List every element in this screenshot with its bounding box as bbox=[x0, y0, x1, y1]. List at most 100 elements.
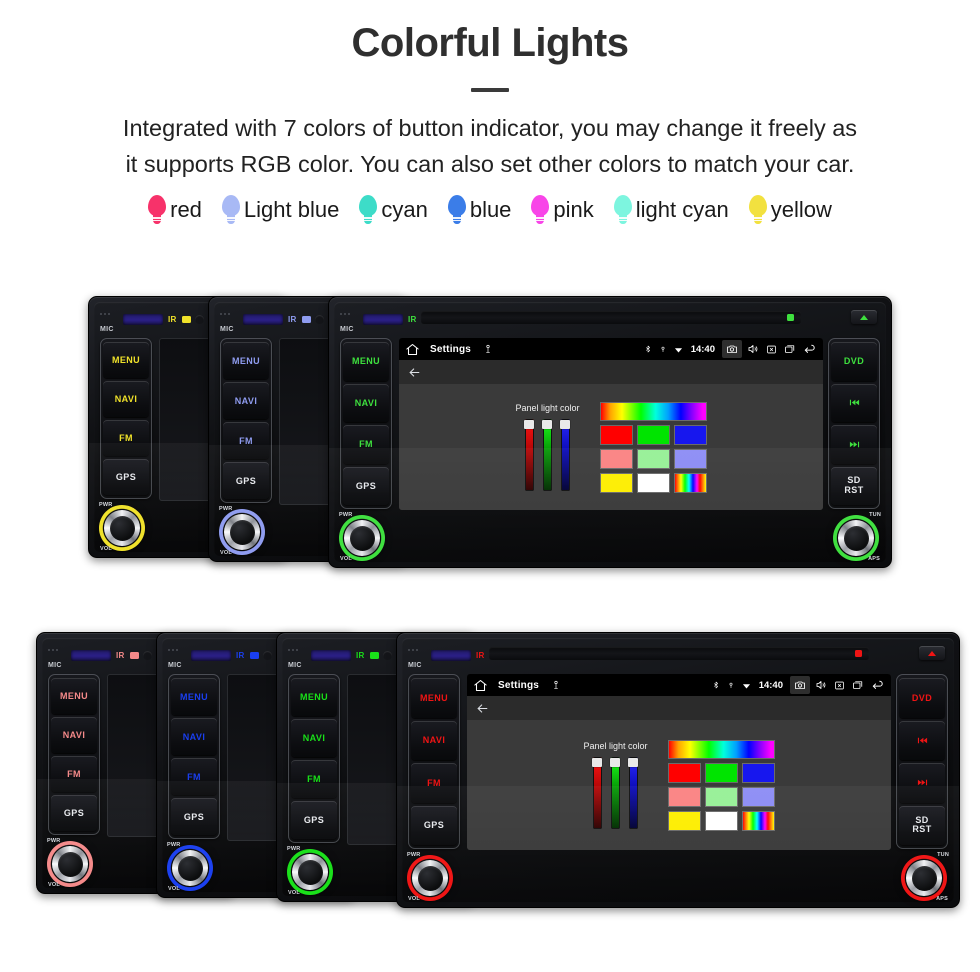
hard-key-menu[interactable]: MENU bbox=[291, 678, 337, 716]
hard-key-navi[interactable]: NAVI bbox=[103, 381, 149, 417]
hard-key-menu[interactable]: MENU bbox=[171, 678, 217, 715]
green-slider[interactable] bbox=[542, 419, 553, 491]
hard-key-menu[interactable]: MENU bbox=[343, 342, 389, 381]
hard-key-navi[interactable]: NAVI bbox=[223, 382, 269, 419]
red-slider[interactable] bbox=[592, 757, 603, 829]
hard-key-gps[interactable]: GPS bbox=[411, 805, 457, 845]
hard-key-navi[interactable]: NAVI bbox=[51, 717, 97, 753]
hard-key-prev-track[interactable] bbox=[899, 720, 945, 760]
green-slider[interactable] bbox=[610, 757, 621, 829]
hard-key-gps[interactable]: GPS bbox=[171, 798, 217, 835]
home-icon[interactable] bbox=[473, 678, 488, 693]
red-slider-handle[interactable] bbox=[524, 420, 535, 429]
swatch-periwinkle[interactable] bbox=[673, 448, 707, 469]
hard-key-dvd[interactable]: DVD bbox=[831, 342, 877, 381]
hard-key-menu[interactable]: MENU bbox=[103, 342, 149, 378]
hard-key-gps[interactable]: GPS bbox=[223, 462, 269, 499]
swatch-salmon[interactable] bbox=[667, 786, 701, 807]
swatch-red[interactable] bbox=[599, 424, 633, 445]
swatch-blue[interactable] bbox=[673, 424, 707, 445]
mic-icon[interactable] bbox=[483, 344, 493, 354]
swatch-blue[interactable] bbox=[741, 762, 775, 783]
hard-key-gps[interactable]: GPS bbox=[51, 795, 97, 831]
recents-icon[interactable] bbox=[852, 679, 864, 691]
green-slider-handle[interactable] bbox=[610, 758, 621, 767]
hue-gradient[interactable] bbox=[599, 401, 707, 421]
volume-knob[interactable] bbox=[99, 505, 145, 551]
hard-key-menu[interactable]: MENU bbox=[223, 342, 269, 379]
eject-button[interactable] bbox=[851, 310, 877, 324]
swatch-salmon[interactable] bbox=[599, 448, 633, 469]
camera-icon[interactable] bbox=[722, 340, 742, 358]
tune-knob[interactable] bbox=[901, 855, 947, 901]
swatch-rainbow[interactable] bbox=[741, 810, 775, 831]
green-slider-handle[interactable] bbox=[542, 420, 553, 429]
hard-key-fm[interactable]: FM bbox=[291, 760, 337, 798]
hard-key-navi[interactable]: NAVI bbox=[411, 720, 457, 760]
reset-pinhole[interactable] bbox=[382, 650, 392, 660]
hard-key-fm[interactable]: FM bbox=[171, 758, 217, 795]
volume-icon[interactable] bbox=[815, 679, 827, 691]
hard-key-navi[interactable]: NAVI bbox=[343, 383, 389, 422]
hard-key-navi[interactable]: NAVI bbox=[171, 718, 217, 755]
hard-key-navi[interactable]: NAVI bbox=[291, 719, 337, 757]
swatch-yellow[interactable] bbox=[599, 472, 633, 493]
hard-key-prev-track[interactable] bbox=[831, 383, 877, 422]
blue-slider-handle[interactable] bbox=[560, 420, 571, 429]
close-box-icon[interactable] bbox=[766, 344, 777, 355]
mic-icon[interactable] bbox=[551, 680, 561, 690]
tune-knob[interactable] bbox=[833, 515, 879, 561]
swatch-white[interactable] bbox=[636, 472, 670, 493]
hard-key-fm[interactable]: FM bbox=[103, 420, 149, 456]
volume-knob[interactable] bbox=[339, 515, 385, 561]
home-icon[interactable] bbox=[405, 342, 420, 357]
volume-knob[interactable] bbox=[219, 509, 265, 555]
hard-key-fm[interactable]: FM bbox=[411, 763, 457, 803]
hue-gradient[interactable] bbox=[667, 739, 775, 759]
hard-key-gps[interactable]: GPS bbox=[343, 466, 389, 505]
hard-key-next-track[interactable] bbox=[899, 763, 945, 803]
swatch-rainbow[interactable] bbox=[673, 472, 707, 493]
volume-knob[interactable] bbox=[47, 841, 93, 887]
swatch-yellow[interactable] bbox=[667, 810, 701, 831]
hard-key-gps[interactable]: GPS bbox=[103, 459, 149, 495]
swatch-lightgreen[interactable] bbox=[704, 786, 738, 807]
red-slider-handle[interactable] bbox=[592, 758, 603, 767]
back-arrow-icon[interactable] bbox=[871, 678, 885, 692]
close-box-icon[interactable] bbox=[834, 680, 845, 691]
red-slider[interactable] bbox=[524, 419, 535, 491]
recents-icon[interactable] bbox=[784, 343, 796, 355]
swatch-periwinkle[interactable] bbox=[741, 786, 775, 807]
volume-knob[interactable] bbox=[167, 845, 213, 891]
hard-key-menu[interactable]: MENU bbox=[411, 678, 457, 718]
hard-key-fm[interactable]: FM bbox=[51, 756, 97, 792]
volume-knob[interactable] bbox=[287, 849, 333, 895]
back-arrow-icon[interactable] bbox=[476, 702, 489, 715]
hard-key-dvd[interactable]: DVD bbox=[899, 678, 945, 718]
hard-key-sd-rst[interactable]: SD RST bbox=[831, 466, 877, 505]
blue-slider[interactable] bbox=[560, 419, 571, 491]
hard-key-fm[interactable]: FM bbox=[223, 422, 269, 459]
hard-key-fm[interactable]: FM bbox=[343, 425, 389, 464]
hard-key-sd-rst[interactable]: SD RST bbox=[899, 805, 945, 845]
disc-slot[interactable] bbox=[421, 311, 801, 324]
hard-key-menu[interactable]: MENU bbox=[51, 678, 97, 714]
swatch-lightgreen[interactable] bbox=[636, 448, 670, 469]
blue-slider-handle[interactable] bbox=[628, 758, 639, 767]
reset-pinhole[interactable] bbox=[194, 314, 204, 324]
swatch-red[interactable] bbox=[667, 762, 701, 783]
reset-pinhole[interactable] bbox=[142, 650, 152, 660]
volume-icon[interactable] bbox=[747, 343, 759, 355]
reset-pinhole[interactable] bbox=[262, 650, 272, 660]
swatch-green[interactable] bbox=[704, 762, 738, 783]
eject-button[interactable] bbox=[919, 646, 945, 660]
touch-screen[interactable]: Settings 14:40 Panel light color bbox=[467, 674, 891, 850]
hard-key-next-track[interactable] bbox=[831, 425, 877, 464]
camera-icon[interactable] bbox=[790, 676, 810, 694]
hard-key-gps[interactable]: GPS bbox=[291, 801, 337, 839]
back-arrow-icon[interactable] bbox=[408, 366, 421, 379]
swatch-white[interactable] bbox=[704, 810, 738, 831]
disc-slot[interactable] bbox=[489, 647, 869, 660]
volume-knob[interactable] bbox=[407, 855, 453, 901]
swatch-green[interactable] bbox=[636, 424, 670, 445]
